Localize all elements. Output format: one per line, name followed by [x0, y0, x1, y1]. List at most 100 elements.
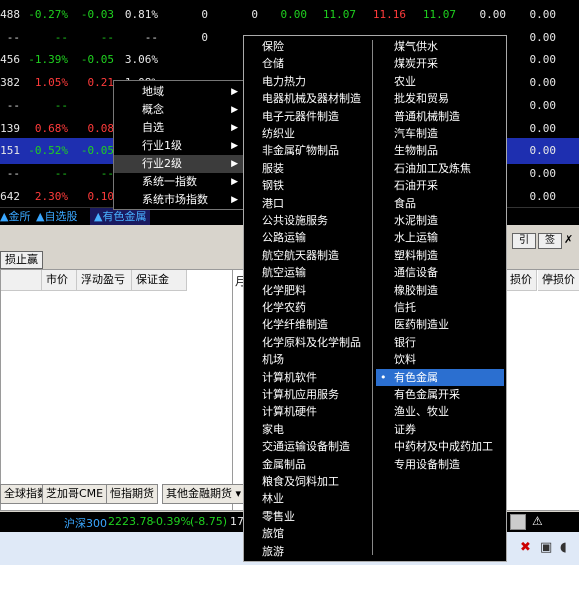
col-market-price[interactable]: 市价	[42, 270, 77, 291]
industry-item[interactable]: 通信设备	[394, 264, 438, 281]
industry-item[interactable]: 农业	[394, 73, 416, 90]
industry-item[interactable]: 电力热力	[262, 73, 306, 90]
submenu-arrow-icon: ▶	[231, 177, 238, 187]
tab-hsi-futures[interactable]: 恒指期货	[106, 484, 158, 504]
industry-item[interactable]: 证券	[394, 421, 416, 438]
industry-item[interactable]: 汽车制造	[394, 125, 438, 142]
toolbar-button[interactable]: 引	[512, 233, 536, 249]
tab-label: 有色金属	[102, 210, 147, 223]
industry-item[interactable]: 航空航天器制造	[262, 247, 339, 264]
industry-item[interactable]: 医药制造业	[394, 316, 449, 333]
selected-bullet-icon: •	[380, 370, 387, 384]
industry-item[interactable]: 生物制品	[394, 142, 438, 159]
industry-item[interactable]: 水上运输	[394, 229, 438, 246]
menu-item-label: 自选	[142, 121, 164, 134]
industry-item[interactable]: 化学纤维制造	[262, 316, 328, 333]
industry-item[interactable]: 电子元器件制造	[262, 108, 339, 125]
industry-item[interactable]: 煤炭开采	[394, 55, 438, 72]
display-icon[interactable]: ▣	[540, 540, 552, 555]
industry-item[interactable]: 钢铁	[262, 177, 284, 194]
industry-item[interactable]: 计算机硬件	[262, 403, 317, 420]
index-change: (-8.75)	[190, 515, 228, 528]
industry-item[interactable]: 化学农药	[262, 299, 306, 316]
industry-item[interactable]: 信托	[394, 299, 416, 316]
industry-item[interactable]: 化学原料及化学制品	[262, 334, 361, 351]
col-margin[interactable]: 保证金	[132, 270, 187, 291]
tab-gold-exchange[interactable]: ▲金所	[0, 208, 30, 226]
industry-item[interactable]: 食品	[394, 195, 416, 212]
industry-item[interactable]: 有色金属开采	[394, 386, 460, 403]
menu-item-label: 地域	[142, 85, 164, 98]
tab-other-futures[interactable]: 其他金融期货 ▾	[162, 484, 246, 504]
industry-item[interactable]: 旅馆	[262, 525, 284, 542]
industry-item[interactable]: 电器机械及器材制造	[262, 90, 361, 107]
menu-item[interactable]: 地域 ▶	[114, 83, 244, 101]
menu-item-label: 系统一指数	[142, 175, 197, 188]
industry-item[interactable]: 银行	[394, 334, 416, 351]
industry-item[interactable]: 林业	[262, 490, 284, 507]
tab-nonferrous[interactable]: ▲有色金属	[90, 208, 151, 226]
menu-item[interactable]: 系统市场指数 ▶	[114, 191, 244, 209]
industry-item[interactable]: 水泥制造	[394, 212, 438, 229]
submenu-arrow-icon: ▶	[231, 195, 238, 205]
warning-icon[interactable]: ⚠	[532, 514, 546, 528]
industry-item[interactable]: 保险	[262, 38, 284, 55]
industry-item[interactable]: 塑料制造	[394, 247, 438, 264]
industry-item[interactable]: 煤气供水	[394, 38, 438, 55]
volume-icon[interactable]: ◖	[560, 540, 567, 555]
col-stop-price[interactable]: 损价	[506, 270, 537, 291]
col-stop-loss-price[interactable]: 停损价	[538, 270, 579, 291]
industry-item[interactable]: 粮食及饲料加工	[262, 473, 339, 490]
industry-item[interactable]: 零售业	[262, 508, 295, 525]
submenu-arrow-icon: ▶	[231, 105, 238, 115]
menu-item[interactable]: 概念 ▶	[114, 101, 244, 119]
menu-item[interactable]: 行业1级 ▶	[114, 137, 244, 155]
industry-item[interactable]: 普通机械制造	[394, 108, 460, 125]
index-value: 2223.78	[108, 515, 154, 528]
industry-item[interactable]: 家电	[262, 421, 284, 438]
industry-item[interactable]: 化学肥料	[262, 282, 306, 299]
menu-item[interactable]: 系统一指数 ▶	[114, 173, 244, 191]
right-grid: 损价 停损价	[505, 269, 579, 511]
industry-item[interactable]: 中药材及中成药加工	[394, 438, 493, 455]
desktop-strip	[0, 565, 579, 597]
industry-item[interactable]: 旅游	[262, 543, 284, 560]
industry-item[interactable]: 橡胶制造	[394, 282, 438, 299]
submenu-arrow-icon: ▶	[231, 141, 238, 151]
network-error-icon[interactable]: ✖	[520, 540, 531, 555]
submenu-arrow-icon: ▶	[231, 159, 238, 169]
tab-watchlist[interactable]: ▲自选股	[36, 208, 77, 226]
industry-item[interactable]: 纺织业	[262, 125, 295, 142]
industry-item[interactable]: 公共设施服务	[262, 212, 328, 229]
menu-item-label: 概念	[142, 103, 164, 116]
menu-item[interactable]: 自选 ▶	[114, 119, 244, 137]
industry-item[interactable]: 渔业、牧业	[394, 403, 449, 420]
industry-item[interactable]: 批发和贸易	[394, 90, 449, 107]
tray-icon[interactable]	[510, 514, 526, 530]
col-blank	[1, 270, 42, 291]
tab-cme[interactable]: 芝加哥CME	[42, 484, 108, 504]
industry-item[interactable]: 专用设备制造	[394, 456, 460, 473]
industry-item[interactable]: 非金属矿物制品	[262, 142, 339, 159]
industry-item-label: 有色金属	[394, 370, 438, 384]
industry-item[interactable]: 计算机应用服务	[262, 386, 339, 403]
industry-item[interactable]: 航空运输	[262, 264, 306, 281]
industry-item[interactable]: 港口	[262, 195, 284, 212]
industry-item[interactable]: 交通运输设备制造	[262, 438, 350, 455]
stop-loss-button[interactable]: 损止赢	[0, 251, 43, 269]
industry-item[interactable]: 石油加工及炼焦	[394, 160, 471, 177]
industry-item[interactable]: 机场	[262, 351, 284, 368]
wrench-icon[interactable]: ✗	[564, 233, 578, 247]
menu-item[interactable]: 行业2级 ▶	[114, 155, 244, 173]
industry-item[interactable]: 石油开采	[394, 177, 438, 194]
industry-item[interactable]: 仓储	[262, 55, 284, 72]
industry-item[interactable]: 公路运输	[262, 229, 306, 246]
industry-item[interactable]: • 有色金属	[376, 368, 504, 386]
industry-item[interactable]: 计算机软件	[262, 369, 317, 386]
toolbar-button[interactable]: 签	[538, 233, 562, 249]
industry-item[interactable]: 饮料	[394, 351, 416, 368]
industry-item[interactable]: 金属制品	[262, 456, 306, 473]
submenu-arrow-icon: ▶	[231, 87, 238, 97]
industry-item[interactable]: 服装	[262, 160, 284, 177]
col-floating-pl[interactable]: 浮动盈亏	[77, 270, 132, 291]
